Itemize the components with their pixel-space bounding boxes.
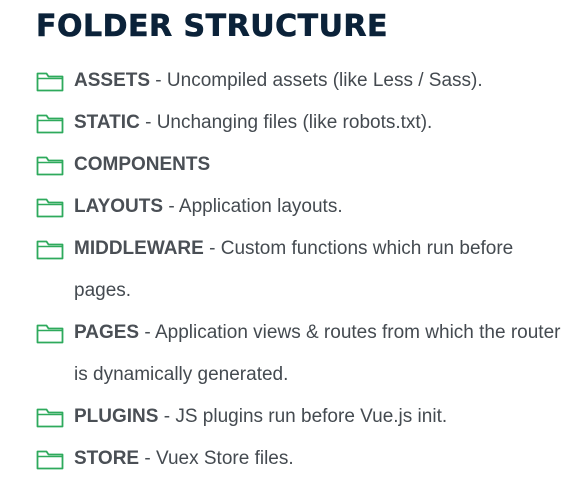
folder-item-store: STORE - Vuex Store files. — [36, 438, 571, 480]
folder-description: JS plugins run before Vue.js init. — [175, 406, 448, 427]
folder-icon — [36, 322, 64, 344]
folder-structure-section: FOLDER STRUCTURE ASSETS - Uncompiled ass… — [36, 8, 571, 480]
folder-icon — [36, 448, 64, 470]
folder-name: PLUGINS — [74, 406, 159, 427]
folder-icon — [36, 196, 64, 218]
folder-item-static: STATIC - Unchanging files (like robots.t… — [36, 102, 571, 144]
separator: - — [150, 70, 167, 91]
folder-item-layouts: LAYOUTS - Application layouts. — [36, 186, 571, 228]
folder-description: Vuex Store files. — [156, 448, 294, 469]
folder-icon — [36, 406, 64, 428]
folder-icon — [36, 154, 64, 176]
folder-name: ASSETS — [74, 70, 151, 91]
separator: - — [158, 406, 176, 427]
folder-icon — [36, 70, 64, 92]
folder-item-middleware: MIDDLEWARE - Custom functions which run … — [36, 228, 571, 312]
folder-name: PAGES — [74, 322, 140, 343]
folder-icon — [36, 112, 64, 134]
separator: - — [203, 238, 221, 259]
folder-description: Uncompiled assets (like Less / Sass). — [166, 70, 483, 91]
folder-name: LAYOUTS — [74, 196, 164, 217]
section-title: FOLDER STRUCTURE — [36, 9, 389, 45]
separator: - — [139, 322, 155, 343]
separator: - — [163, 196, 179, 217]
folder-description: Application layouts. — [178, 196, 343, 217]
folder-name: COMPONENTS — [74, 154, 211, 175]
folder-item-components: COMPONENTS — [36, 144, 571, 186]
folder-name: MIDDLEWARE — [74, 238, 204, 259]
folder-item-plugins: PLUGINS - JS plugins run before Vue.js i… — [36, 396, 571, 438]
folder-name: STATIC — [74, 112, 140, 133]
folder-name: STORE — [74, 448, 140, 469]
folder-item-assets: ASSETS - Uncompiled assets (like Less / … — [36, 60, 571, 102]
folder-list: ASSETS - Uncompiled assets (like Less / … — [36, 60, 571, 480]
folder-icon — [36, 238, 64, 260]
separator: - — [139, 448, 156, 469]
folder-item-pages: PAGES - Application views & routes from … — [36, 312, 571, 396]
separator: - — [139, 112, 157, 133]
folder-description: Unchanging files (like robots.txt). — [156, 112, 433, 133]
